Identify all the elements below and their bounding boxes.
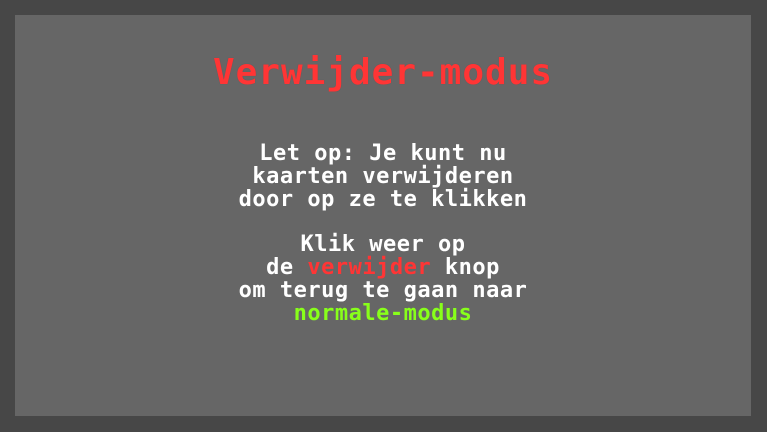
delete-keyword: verwijder xyxy=(307,255,432,280)
instruction-line-2-prefix: de xyxy=(266,255,308,280)
warning-text: Let op: Je kunt nu kaarten verwijderen d… xyxy=(15,142,751,211)
instruction-line-1: Klik weer op xyxy=(300,232,466,257)
instruction-line-3: om terug te gaan naar xyxy=(238,278,528,303)
warning-line-1: Let op: Je kunt nu xyxy=(259,141,507,166)
warning-line-2: kaarten verwijderen xyxy=(252,164,514,189)
mode-title: Verwijder-modus xyxy=(212,52,554,93)
dialog-panel: Verwijder-modus Let op: Je kunt nu kaart… xyxy=(15,15,751,416)
instruction-line-2-suffix: knop xyxy=(431,255,500,280)
instruction-line-2: de verwijder knop xyxy=(15,256,751,279)
instruction-text: Klik weer op de verwijder knop om terug … xyxy=(15,233,751,325)
normal-mode-keyword: normale-modus xyxy=(293,301,473,326)
warning-line-3: door op ze te klikken xyxy=(238,187,528,212)
